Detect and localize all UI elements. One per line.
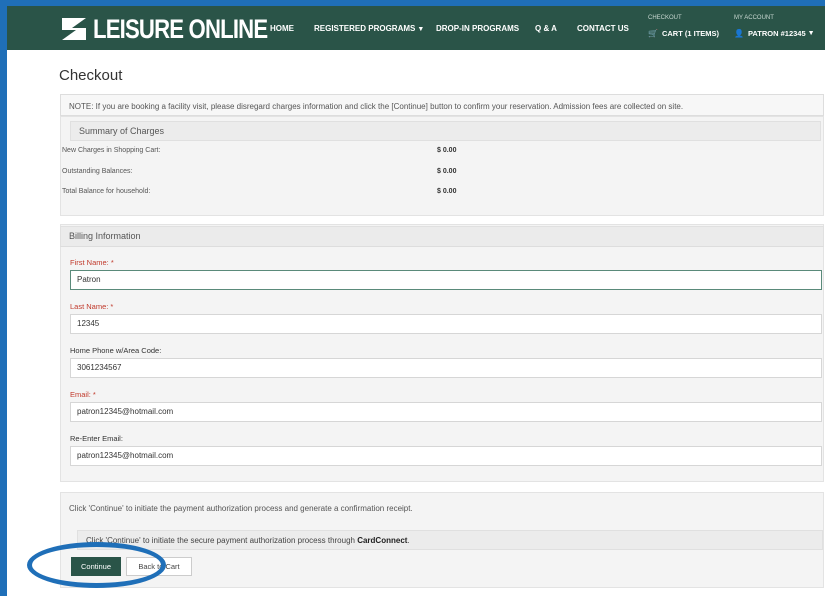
cart-icon: 🛒 bbox=[648, 29, 658, 38]
last-name-label: Last Name: * bbox=[70, 302, 114, 311]
summary-row-label: Outstanding Balances: bbox=[62, 168, 133, 175]
cardconnect-note-text: Click 'Continue' to initiate the secure … bbox=[86, 536, 358, 545]
first-name-field[interactable]: Patron bbox=[70, 270, 822, 290]
top-nav: LEISURE ONLINE HOME REGISTERED PROGRAMS ▼… bbox=[7, 6, 825, 50]
browser-frame: LEISURE ONLINE HOME REGISTERED PROGRAMS ▼… bbox=[7, 6, 825, 596]
caret-down-icon: ▼ bbox=[807, 30, 815, 37]
last-name-field[interactable]: 12345 bbox=[70, 314, 822, 334]
continue-note: Click 'Continue' to initiate the payment… bbox=[69, 504, 413, 513]
nav-qa[interactable]: Q & A bbox=[535, 24, 557, 33]
summary-row-value: $ 0.00 bbox=[437, 147, 457, 154]
swoosh-logo-icon bbox=[62, 18, 86, 40]
email-label: Email: * bbox=[70, 390, 96, 399]
nav-registered-programs-label: REGISTERED PROGRAMS bbox=[314, 24, 416, 33]
summary-row-label: New Charges in Shopping Cart: bbox=[62, 147, 161, 154]
cart-label: CART (1 ITEMS) bbox=[661, 29, 720, 38]
nav-registered-programs[interactable]: REGISTERED PROGRAMS ▼ bbox=[314, 24, 424, 33]
phone-label: Home Phone w/Area Code: bbox=[70, 346, 162, 355]
nav-dropin-programs[interactable]: DROP-IN PROGRAMS bbox=[436, 24, 519, 33]
page-title: Checkout bbox=[59, 67, 123, 84]
logo-text: LEISURE ONLINE bbox=[93, 13, 268, 44]
first-name-label: First Name: * bbox=[70, 258, 114, 267]
phone-field[interactable]: 3061234567 bbox=[70, 358, 822, 378]
reenter-email-label: Re-Enter Email: bbox=[70, 434, 123, 443]
booking-note: NOTE: If you are booking a facility visi… bbox=[60, 94, 824, 116]
logo[interactable]: LEISURE ONLINE bbox=[59, 12, 306, 46]
cart-link[interactable]: 🛒 CART (1 ITEMS) bbox=[648, 29, 719, 38]
summary-row-value: $ 0.00 bbox=[437, 188, 457, 195]
user-icon: 👤 bbox=[734, 29, 744, 38]
patron-label: PATRON #12345 bbox=[747, 29, 806, 38]
nav-home[interactable]: HOME bbox=[270, 24, 294, 33]
my-account-label: MY ACCOUNT bbox=[734, 15, 774, 21]
email-field[interactable]: patron12345@hotmail.com bbox=[70, 402, 822, 422]
cardconnect-note: Click 'Continue' to initiate the secure … bbox=[77, 530, 823, 550]
summary-row-value: $ 0.00 bbox=[437, 168, 457, 175]
billing-panel bbox=[60, 224, 824, 482]
nav-contact-us[interactable]: CONTACT US bbox=[577, 24, 629, 33]
back-to-cart-button[interactable]: Back to Cart bbox=[126, 557, 192, 576]
caret-down-icon: ▼ bbox=[417, 26, 425, 33]
account-menu[interactable]: 👤 PATRON #12345 ▼ bbox=[734, 29, 815, 38]
summary-heading: Summary of Charges bbox=[70, 121, 821, 141]
checkout-label: CHECKOUT bbox=[648, 15, 682, 21]
continue-button[interactable]: Continue bbox=[71, 557, 121, 576]
billing-heading: Billing Information bbox=[60, 226, 824, 247]
reenter-email-field[interactable]: patron12345@hotmail.com bbox=[70, 446, 822, 466]
cardconnect-note-end: . bbox=[407, 536, 410, 545]
summary-row-label: Total Balance for household: bbox=[62, 188, 151, 195]
cardconnect-brand: CardConnect bbox=[357, 536, 408, 545]
